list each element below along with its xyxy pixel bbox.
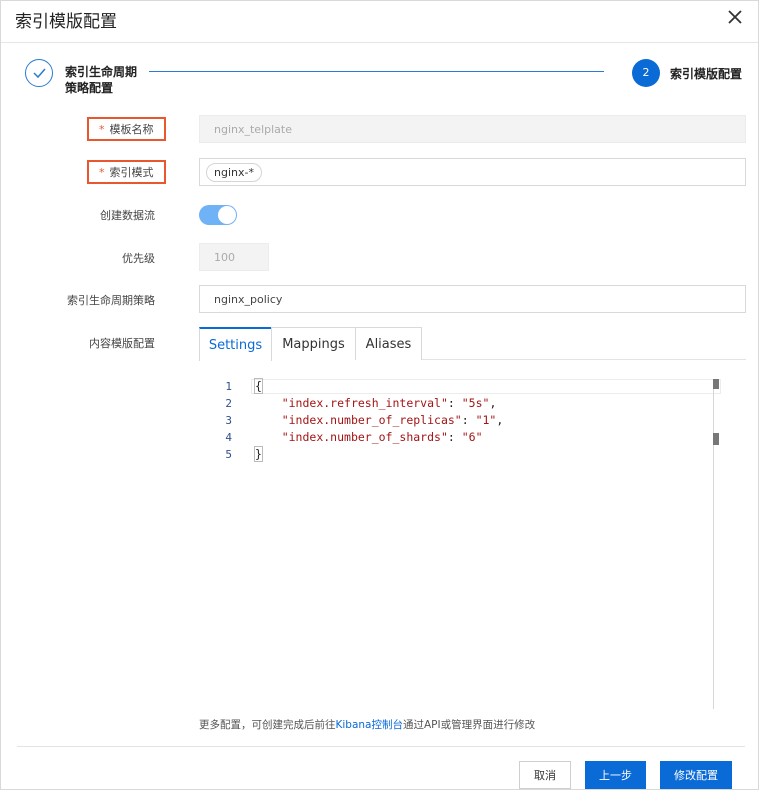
tab-mappings[interactable]: Mappings (271, 327, 356, 360)
tab-aliases[interactable]: Aliases (355, 327, 422, 360)
code-key: "index.number_of_shards" (281, 430, 448, 444)
scrollbar-marker (713, 433, 719, 445)
create-data-stream-toggle[interactable] (199, 205, 237, 225)
create-data-stream-label: 创建数据流 (100, 209, 155, 222)
close-brace: } (254, 446, 263, 462)
index-pattern-input[interactable]: nginx-* (199, 158, 746, 186)
index-pattern-tag[interactable]: nginx-* (206, 162, 262, 182)
template-name-label-text: 模板名称 (109, 123, 154, 136)
settings-code-editor[interactable]: 1 2 3 4 5 { "index.refresh_interval": "5… (199, 375, 721, 709)
required-mark: * (99, 122, 105, 136)
toggle-knob (218, 206, 236, 224)
lifecycle-policy-label: 索引生命周期策略 (67, 294, 155, 307)
line-number: 5 (225, 448, 232, 461)
priority-value: 100 (214, 250, 235, 264)
code-line: } (254, 446, 263, 462)
step-1-label: 索引生命周期策略配置 (65, 65, 138, 95)
priority-label: 优先级 (122, 252, 155, 265)
template-name-label: * 模板名称 (87, 117, 166, 141)
step-connector (149, 71, 604, 72)
code-line: { (254, 378, 263, 394)
code-value: "6" (461, 430, 483, 444)
scrollbar-marker (713, 379, 719, 389)
priority-input[interactable]: 100 (199, 243, 269, 271)
tab-settings[interactable]: Settings (199, 327, 272, 361)
previous-step-button[interactable]: 上一步 (585, 761, 646, 789)
required-mark: * (99, 165, 105, 179)
open-brace: { (254, 378, 263, 394)
line-number: 4 (225, 431, 232, 444)
step-1-check-icon (25, 59, 53, 87)
step-2-label: 索引模版配置 (670, 67, 743, 81)
code-key: "index.number_of_replicas" (281, 413, 462, 427)
code-line: "index.refresh_interval": "5s", (281, 396, 497, 410)
editor-scrollbar[interactable] (713, 379, 714, 709)
current-line-highlight (251, 379, 721, 394)
line-number: 3 (225, 414, 232, 427)
code-value: "5s" (461, 396, 490, 410)
content-config-label: 内容模版配置 (89, 337, 155, 350)
line-number: 2 (225, 397, 232, 410)
code-line: "index.number_of_replicas": "1", (281, 413, 504, 427)
dialog-header: 索引模版配置 (1, 1, 758, 43)
template-name-value: nginx_telplate (214, 122, 292, 136)
hint-text: 更多配置，可创建完成后前往 (199, 719, 336, 731)
cancel-button[interactable]: 取消 (519, 761, 571, 789)
code-value: "1" (475, 413, 497, 427)
code-line: "index.number_of_shards": "6" (281, 430, 483, 444)
hint-text: 通过API或管理界面进行修改 (403, 719, 536, 731)
lifecycle-policy-input[interactable]: nginx_policy (199, 285, 746, 313)
footer-divider (17, 746, 745, 747)
close-icon[interactable] (724, 6, 746, 28)
line-number: 1 (225, 380, 232, 393)
more-config-hint: 更多配置，可创建完成后前往Kibana控制台通过API或管理界面进行修改 (199, 717, 535, 732)
index-pattern-label-text: 索引模式 (109, 166, 154, 179)
lifecycle-policy-value: nginx_policy (214, 292, 283, 306)
template-name-input[interactable]: nginx_telplate (199, 115, 746, 143)
step-2-number: 2 (632, 59, 660, 87)
code-key: "index.refresh_interval" (281, 396, 448, 410)
index-pattern-label: * 索引模式 (87, 160, 166, 184)
kibana-console-link[interactable]: Kibana控制台 (336, 719, 404, 731)
template-config-dialog: 索引模版配置 索引生命周期策略配置 2 索引模版配置 * 模板名称 nginx_… (0, 0, 759, 790)
modify-config-button[interactable]: 修改配置 (660, 761, 732, 789)
dialog-title: 索引模版配置 (15, 12, 117, 32)
